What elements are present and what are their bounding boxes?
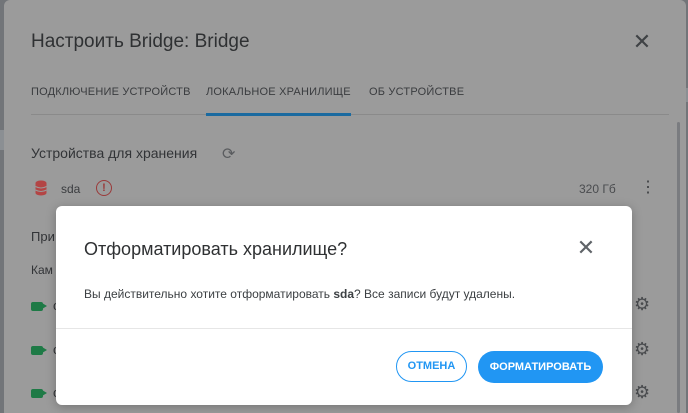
close-icon[interactable]: ✕ xyxy=(576,237,596,259)
message-suffix: ? Все записи будут удалены. xyxy=(354,287,516,301)
refresh-icon[interactable]: ⟳ xyxy=(222,144,235,164)
camera-icon xyxy=(31,302,47,311)
drive-size: 320 Гб xyxy=(579,182,616,196)
modal-title: Отформатировать хранилище? xyxy=(84,239,348,259)
divider xyxy=(56,328,632,329)
gear-icon[interactable]: ⚙ xyxy=(634,382,650,403)
modal-message: Вы действительно хотите отформатировать … xyxy=(84,287,515,301)
gear-icon[interactable]: ⚙ xyxy=(634,339,650,360)
scrollbar[interactable] xyxy=(677,122,680,413)
gear-icon[interactable]: ⚙ xyxy=(634,294,650,315)
tab-about-device[interactable]: ОБ УСТРОЙСТВЕ xyxy=(369,86,464,113)
camera-icon xyxy=(31,389,47,398)
message-drive-name: sda xyxy=(333,287,355,301)
close-icon[interactable]: ✕ xyxy=(632,31,652,53)
message-prefix: Вы действительно хотите отформатировать xyxy=(84,287,334,301)
tab-local-storage[interactable]: ЛОКАЛЬНОЕ ХРАНИЛИЩЕ xyxy=(206,86,351,116)
camera-icon xyxy=(31,346,47,355)
tab-bar: ПОДКЛЮЧЕНИЕ УСТРОЙСТВ ЛОКАЛЬНОЕ ХРАНИЛИЩ… xyxy=(31,86,669,116)
format-button[interactable]: ФОРМАТИРОВАТЬ xyxy=(478,351,603,383)
dialog-title: Настроить Bridge: Bridge xyxy=(31,31,250,52)
partial-subheading: Кам xyxy=(31,263,53,277)
format-confirm-modal: Отформатировать хранилище? ✕ Вы действит… xyxy=(56,206,632,405)
drive-name: sda xyxy=(61,182,81,196)
kebab-menu-icon[interactable]: ⋮ xyxy=(640,180,656,196)
warning-icon: ! xyxy=(96,180,112,196)
storage-devices-heading: Устройства для хранения xyxy=(31,145,198,161)
database-icon xyxy=(35,180,47,196)
tab-device-connection[interactable]: ПОДКЛЮЧЕНИЕ УСТРОЙСТВ xyxy=(31,86,191,113)
partial-section-heading: При xyxy=(31,229,55,244)
cancel-button[interactable]: ОТМЕНА xyxy=(396,351,467,382)
